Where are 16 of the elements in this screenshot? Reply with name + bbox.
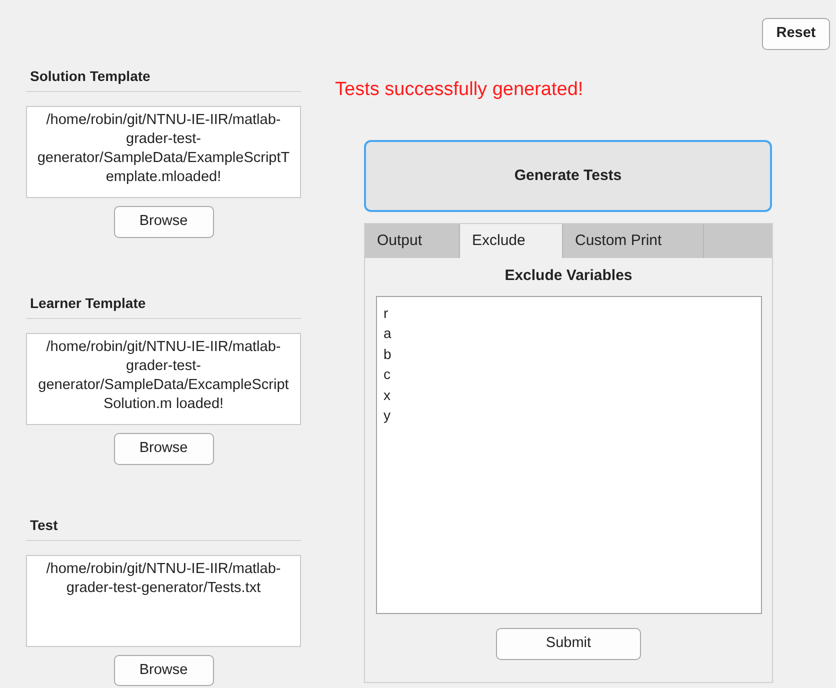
panel-title: Exclude Variables (504, 266, 634, 286)
section-title: Solution Template (26, 66, 301, 92)
reset-button[interactable]: Reset (762, 18, 830, 50)
variables-field[interactable]: r a b c x y (376, 296, 762, 614)
file-path-field: /home/robin/git/NTNU-IE-IIR/matlab-grader-test-generator/Tests.txt (26, 554, 301, 646)
browse-button[interactable]: Browse (114, 206, 214, 238)
section-title: Test (26, 514, 301, 540)
browse-button[interactable]: Browse (114, 432, 214, 464)
section-title: Learner Template (26, 292, 301, 319)
file-path-field: /home/robin/git/NTNU-IE-IIR/matlab-grader-test-generator/SampleData/ExampleScriptTemplate.mloaded! (26, 106, 301, 198)
file-path-field: /home/robin/git/NTNU-IE-IIR/matlab-grader-test-generator/SampleData/ExcampleScriptSolution.m loaded! (26, 332, 301, 425)
generate-tests-button[interactable]: Generate Tests (364, 140, 772, 212)
browse-button[interactable]: Browse (114, 654, 214, 686)
status-message: Tests successfully generated! (335, 78, 584, 102)
submit-button[interactable]: Submit (496, 628, 641, 660)
tab[interactable]: Exclude (460, 224, 563, 258)
